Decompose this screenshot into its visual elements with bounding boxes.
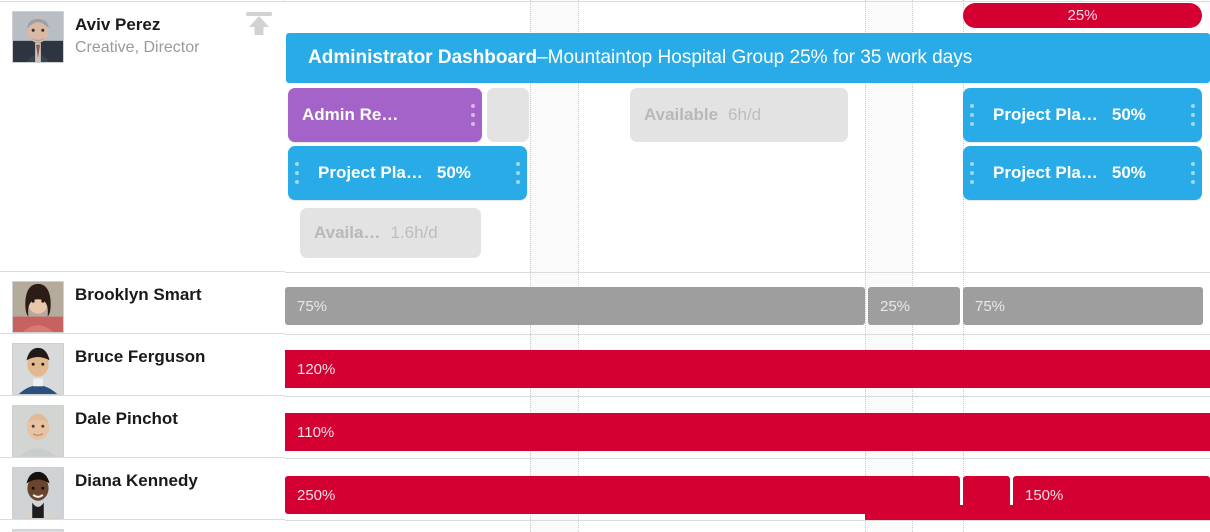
upload-icon[interactable] <box>241 8 277 36</box>
task-bar-project-plan-left[interactable]: Project Pla… 50% <box>288 146 527 200</box>
resource-row-brooklyn-smart[interactable]: Brooklyn Smart <box>0 272 285 334</box>
row-separator <box>285 334 1210 335</box>
drag-handle-right[interactable] <box>1191 162 1195 184</box>
resource-name: Diana Kennedy <box>75 471 198 490</box>
allocation-segment-label: 75% <box>297 297 328 315</box>
resource-name: Dale Pinchot <box>75 409 178 428</box>
allocation-segment-label: 250% <box>297 486 336 504</box>
resource-row-diana-kennedy[interactable]: Diana Kennedy <box>0 458 285 520</box>
availability-value: 1.6h/d <box>390 223 438 242</box>
task-bar-project-plan-right-upper[interactable]: Project Pla… 50% <box>963 88 1202 142</box>
allocation-pill-label: 25% <box>1067 7 1098 24</box>
row-separator <box>285 272 1210 273</box>
resource-text-block: Brooklyn Smart <box>75 281 277 305</box>
drag-handle-left[interactable] <box>970 162 974 184</box>
allocation-segment-label: 150% <box>1025 486 1064 504</box>
row-separator <box>285 458 1210 459</box>
drag-handle-left[interactable] <box>970 104 974 126</box>
task-bar-label: Project Pla… <box>993 105 1098 124</box>
empty-allocation-block[interactable] <box>487 88 529 142</box>
banner-title: Administrator Dashboard <box>308 47 538 68</box>
allocation-segment-label: 75% <box>975 297 1006 315</box>
avatar <box>12 467 64 519</box>
resource-text-block: Dale Pinchot <box>75 405 277 429</box>
row-separator <box>285 520 1210 521</box>
allocation-bar-label: 120% <box>297 360 336 378</box>
resource-name: Brooklyn Smart <box>75 285 202 304</box>
drag-handle-right[interactable] <box>516 162 520 184</box>
resource-text-block: Bruce Ferguson <box>75 343 277 367</box>
allocation-segment-gray-75a[interactable]: 75% <box>285 287 865 325</box>
avatar <box>12 11 64 63</box>
drag-handle-left[interactable] <box>295 162 299 184</box>
task-bar-label: Project Pla… <box>318 163 423 182</box>
timeline-grid[interactable]: 25% Administrator Dashboard – Mountainto… <box>285 0 1210 532</box>
resource-role: Creative, Director <box>75 39 200 56</box>
allocation-segment-red-250[interactable]: 250% <box>285 476 960 514</box>
drag-handle-right[interactable] <box>1191 104 1195 126</box>
allocation-pill-25[interactable]: 25% <box>963 3 1202 28</box>
availability-value: 6h/d <box>728 105 762 124</box>
availability-label: Available <box>644 105 719 124</box>
avatar <box>12 405 64 457</box>
dashboard-banner[interactable]: Administrator Dashboard – Mountaintop Ho… <box>286 33 1210 83</box>
task-bar-percent: 50% <box>1111 105 1146 124</box>
availability-bar-middle[interactable]: Available 6h/d <box>630 88 848 142</box>
task-bar-label: Project Pla… <box>993 163 1098 182</box>
allocation-segment-label: 25% <box>880 297 911 315</box>
resource-list-panel: Aviv Perez Creative, Director Brooklyn S… <box>0 0 285 532</box>
task-bar-percent: 50% <box>436 163 471 182</box>
allocation-segment-gray-75b[interactable]: 75% <box>963 287 1203 325</box>
allocation-segment-gray-25[interactable]: 25% <box>868 287 960 325</box>
availability-label: Availa… <box>314 223 381 242</box>
resource-row-aviv-perez[interactable]: Aviv Perez Creative, Director <box>0 1 285 272</box>
row-separator <box>285 396 1210 397</box>
task-bar-label: Admin Re… <box>302 105 399 124</box>
task-bar-admin-review[interactable]: Admin Re… <box>288 88 482 142</box>
banner-separator: – <box>537 47 548 68</box>
resource-name: Bruce Ferguson <box>75 347 206 366</box>
allocation-bar-label: 110% <box>297 423 335 441</box>
allocation-bar-red-120[interactable]: 120% <box>285 350 1210 388</box>
row-separator <box>285 1 1210 2</box>
avatar <box>12 343 64 395</box>
allocation-bar-red-partial[interactable] <box>865 505 1210 520</box>
allocation-bar-red-110[interactable]: 110% <box>285 413 1210 451</box>
availability-bar-left[interactable]: Availa… 1.6h/d <box>300 208 481 258</box>
resource-text-block: Diana Kennedy <box>75 467 277 491</box>
resource-row-bruce-ferguson[interactable]: Bruce Ferguson <box>0 334 285 396</box>
task-bar-project-plan-right-lower[interactable]: Project Pla… 50% <box>963 146 1202 200</box>
resource-row-dale-pinchot[interactable]: Dale Pinchot <box>0 396 285 458</box>
resource-scheduler-view: Aviv Perez Creative, Director Brooklyn S… <box>0 0 1210 532</box>
resource-row-partial[interactable] <box>0 520 285 532</box>
avatar <box>12 281 64 333</box>
drag-handle-right[interactable] <box>471 104 475 126</box>
banner-detail: Mountaintop Hospital Group 25% for 35 wo… <box>547 47 973 68</box>
task-bar-percent: 50% <box>1111 163 1146 182</box>
